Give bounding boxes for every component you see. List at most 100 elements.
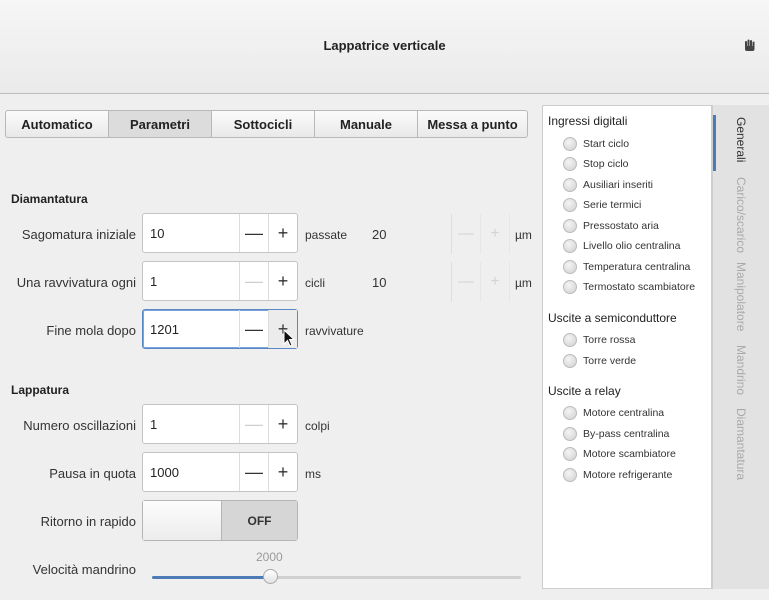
- led-label: By-pass centralina: [583, 428, 670, 440]
- led-indicator: [563, 468, 577, 482]
- ravvivatura-readout-minus[interactable]: —: [452, 262, 481, 302]
- window-title: Lappatrice verticale: [323, 38, 446, 53]
- side-tab-label: Generali: [734, 117, 748, 163]
- side-tab-manipolatore[interactable]: Manipolatore: [713, 262, 769, 331]
- led-label: Stop ciclo: [583, 158, 629, 170]
- pausa-label: Pausa in quota: [49, 466, 136, 481]
- ravvivatura-readout-unit: µm: [515, 276, 532, 290]
- tab-automatico[interactable]: Automatico: [5, 110, 109, 138]
- velocita-slider[interactable]: [152, 569, 521, 584]
- slider-handle[interactable]: [263, 569, 278, 584]
- ritorno-toggle[interactable]: OFF: [142, 500, 298, 541]
- ravvivatura-minus-button[interactable]: —: [239, 262, 268, 300]
- side-tab-generali[interactable]: Generali: [713, 117, 769, 162]
- diamantatura-title: Diamantatura: [11, 192, 88, 206]
- ravvivatura-input[interactable]: 1: [143, 262, 239, 300]
- side-tab-label: Manipolatore: [734, 262, 748, 332]
- side-tab-diamantatura[interactable]: Diamantatura: [713, 408, 769, 480]
- led-indicator: [563, 157, 577, 171]
- oscillazioni-plus-button[interactable]: +: [268, 405, 297, 443]
- sagomatura-stepper: 10 — +: [142, 213, 298, 253]
- sagomatura-unit: passate: [305, 228, 348, 242]
- sagomatura-readout-minus[interactable]: —: [452, 214, 481, 254]
- led-indicator: [563, 178, 577, 192]
- hand-icon[interactable]: [743, 38, 757, 52]
- ritorno-label: Ritorno in rapido: [40, 514, 136, 529]
- led-label: Pressostato aria: [583, 220, 659, 232]
- led-item: Serie termici: [563, 198, 641, 212]
- led-indicator: [563, 260, 577, 274]
- led-indicator: [563, 406, 577, 420]
- ravvivatura-stepper: 1 — +: [142, 261, 298, 301]
- led-indicator: [563, 447, 577, 461]
- side-tab-carico-scarico[interactable]: Carico/scarico: [713, 177, 769, 253]
- led-indicator: [563, 137, 577, 151]
- semiconduttore-title: Uscite a semiconduttore: [548, 311, 677, 325]
- led-item: Torre rossa: [563, 333, 636, 347]
- sagomatura-readout-plus[interactable]: +: [481, 214, 510, 254]
- led-label: Motore refrigerante: [583, 469, 673, 481]
- tab-messa-a-punto[interactable]: Messa a punto: [417, 110, 528, 138]
- oscillazioni-label: Numero oscillazioni: [23, 418, 136, 433]
- toggle-state: OFF: [222, 501, 297, 540]
- led-label: Termostato scambiatore: [583, 281, 696, 293]
- fine-mola-input[interactable]: 1201: [143, 310, 239, 348]
- side-tab-mandrino[interactable]: Mandrino: [713, 345, 769, 395]
- ravvivatura-plus-button[interactable]: +: [268, 262, 297, 300]
- led-item: Stop ciclo: [563, 157, 629, 171]
- pausa-stepper: 1000 — +: [142, 452, 298, 492]
- led-indicator: [563, 354, 577, 368]
- oscillazioni-minus-button[interactable]: —: [239, 405, 268, 443]
- fine-mola-unit: ravvivature: [305, 324, 364, 338]
- sagomatura-plus-button[interactable]: +: [268, 214, 297, 252]
- tab-manuale[interactable]: Manuale: [314, 110, 418, 138]
- led-item: Motore centralina: [563, 406, 664, 420]
- pausa-input[interactable]: 1000: [143, 453, 239, 491]
- led-item: Motore scambiatore: [563, 447, 676, 461]
- ravvivatura-readout-plus[interactable]: +: [481, 262, 510, 302]
- velocita-label: Velocità mandrino: [32, 562, 136, 577]
- led-item: Torre verde: [563, 354, 636, 368]
- led-label: Start ciclo: [583, 138, 630, 150]
- side-tab-label: Mandrino: [734, 345, 748, 396]
- relay-title: Uscite a relay: [548, 384, 621, 398]
- sagomatura-input[interactable]: 10: [143, 214, 239, 252]
- slider-fill: [152, 576, 270, 579]
- fine-mola-stepper: 1201 — +: [142, 309, 298, 349]
- led-label: Serie termici: [583, 199, 642, 211]
- side-tab-label: Carico/scarico: [734, 177, 748, 254]
- sagomatura-minus-button[interactable]: —: [239, 214, 268, 252]
- led-indicator: [563, 427, 577, 441]
- led-label: Ausiliari inseriti: [583, 179, 654, 191]
- oscillazioni-input[interactable]: 1: [143, 405, 239, 443]
- led-label: Livello olio centralina: [583, 240, 681, 252]
- led-item: Start ciclo: [563, 137, 629, 151]
- led-label: Torre verde: [583, 355, 637, 367]
- led-indicator: [563, 198, 577, 212]
- main-tabs: Automatico Parametri Sottocicli Manuale …: [5, 110, 528, 140]
- tab-parametri[interactable]: Parametri: [108, 110, 212, 138]
- fine-mola-label: Fine mola dopo: [46, 323, 136, 338]
- led-item: Livello olio centralina: [563, 239, 680, 253]
- title-bar: Lappatrice verticale: [0, 0, 769, 94]
- tab-sottocicli[interactable]: Sottocicli: [211, 110, 315, 138]
- sagomatura-readout-stepper: — +: [451, 214, 510, 254]
- ravvivatura-label: Una ravvivatura ogni: [16, 275, 136, 290]
- ingressi-title: Ingressi digitali: [548, 114, 628, 128]
- led-item: Ausiliari inseriti: [563, 178, 653, 192]
- ravvivatura-unit: cicli: [305, 276, 325, 290]
- sagomatura-label: Sagomatura iniziale: [21, 227, 136, 242]
- led-label: Motore scambiatore: [583, 448, 676, 460]
- pausa-plus-button[interactable]: +: [268, 453, 297, 491]
- oscillazioni-unit: colpi: [305, 419, 330, 433]
- fine-mola-minus-button[interactable]: —: [239, 310, 268, 348]
- led-label: Torre rossa: [583, 334, 636, 346]
- velocita-value: 2000: [256, 550, 283, 564]
- led-label: Temperatura centralina: [583, 261, 691, 273]
- side-tab-label: Diamantatura: [734, 408, 748, 481]
- led-indicator: [563, 333, 577, 347]
- ravvivatura-readout-stepper: — +: [451, 262, 510, 302]
- led-indicator: [563, 239, 577, 253]
- pausa-minus-button[interactable]: —: [239, 453, 268, 491]
- pausa-unit: ms: [305, 467, 321, 481]
